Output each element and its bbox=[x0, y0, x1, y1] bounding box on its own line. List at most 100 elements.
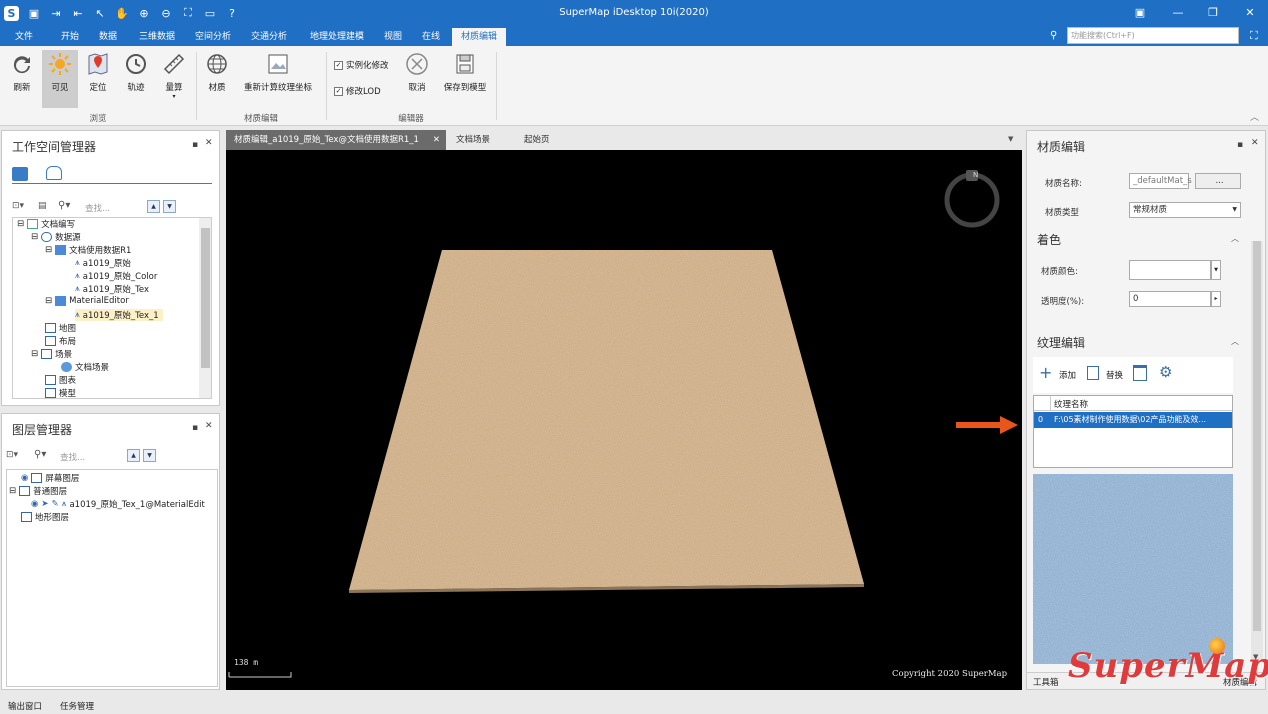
material-type-select[interactable]: 常规材质 ▼ bbox=[1129, 202, 1241, 218]
minimize-button[interactable]: — bbox=[1168, 4, 1188, 22]
tab-traffic-analysis[interactable]: 交通分析 bbox=[244, 28, 294, 46]
tree-node-scenes[interactable]: ⊟ 场景 bbox=[31, 348, 72, 360]
tree-node-workspace[interactable]: ⊟ 文档编写 bbox=[17, 218, 75, 230]
instance-modify-checkbox[interactable]: ✓ 实例化修改 bbox=[334, 59, 389, 71]
doc-tab-start-page[interactable]: 起始页 bbox=[516, 130, 558, 150]
move-down-button[interactable]: ▼ bbox=[143, 449, 156, 462]
workspace-tree-tab-icon[interactable] bbox=[12, 167, 28, 181]
tree-node-dataset[interactable]: ⩚ a1019_原始 bbox=[75, 257, 131, 269]
browse-button[interactable]: ... bbox=[1195, 173, 1241, 189]
fullscreen-icon[interactable]: ⛶ bbox=[1250, 29, 1258, 43]
model-dataset-icon: ⩚ bbox=[61, 499, 67, 509]
material-color-picker[interactable] bbox=[1129, 260, 1211, 280]
layer-node-terrain[interactable]: 地形图层 bbox=[21, 511, 69, 523]
tree-node-material-editor[interactable]: ⊟ MaterialEditor bbox=[45, 296, 129, 306]
tab-spatial-analysis[interactable]: 空间分析 bbox=[188, 28, 238, 46]
close-button[interactable]: ✕ bbox=[1240, 4, 1260, 22]
material-name-field[interactable]: _defaultMat_s bbox=[1129, 173, 1192, 189]
add-layer-icon[interactable]: ⊡▾ bbox=[6, 450, 18, 460]
tree-node-layouts[interactable]: 布局 bbox=[45, 335, 76, 347]
cancel-label: 取消 bbox=[408, 83, 426, 93]
tab-list-dropdown-icon[interactable]: ▼ bbox=[1008, 135, 1013, 143]
status-bar: 输出窗口 任务管理 bbox=[0, 696, 1268, 714]
tree-node-dataset[interactable]: ⩚ a1019_原始_Tex bbox=[75, 283, 149, 295]
open-workspace-icon[interactable]: ⊡▾ bbox=[12, 201, 24, 211]
new-doc-icon[interactable]: ▤ bbox=[38, 201, 47, 211]
move-up-button[interactable]: ▲ bbox=[127, 449, 140, 462]
recalc-texture-coords-button[interactable]: 重新计算纹理坐标 bbox=[238, 50, 318, 108]
collapse-section-icon[interactable]: ︿ bbox=[1231, 233, 1239, 244]
tab-data[interactable]: 数据 bbox=[90, 28, 126, 46]
layer-node-screen[interactable]: ◉ 屏幕图层 bbox=[21, 472, 79, 484]
workspace-search-input[interactable]: 查找... bbox=[85, 202, 110, 214]
pin-icon[interactable]: ▪ bbox=[192, 423, 198, 433]
material-button[interactable]: 材质 bbox=[200, 50, 234, 108]
tab-material-edit[interactable]: 材质编辑 bbox=[452, 28, 506, 46]
tree-node-scene[interactable]: 文档场景 bbox=[61, 361, 109, 373]
modify-lod-checkbox[interactable]: ✓ 修改LOD bbox=[334, 85, 381, 97]
material-type-value: 常规材质 bbox=[1133, 205, 1168, 215]
replace-icon[interactable] bbox=[1087, 366, 1099, 380]
close-icon[interactable]: ✕ bbox=[1251, 138, 1259, 148]
task-manager-tab[interactable]: 任务管理 bbox=[60, 700, 94, 712]
layer-node-normal[interactable]: ⊟ 普通图层 bbox=[9, 485, 67, 497]
tree-node-maps[interactable]: 地图 bbox=[45, 322, 76, 334]
doc-tab-scene[interactable]: 文档场景 bbox=[448, 130, 498, 150]
spin-icon[interactable]: ▸ bbox=[1211, 291, 1221, 307]
layer-search-input[interactable]: 查找... bbox=[60, 451, 85, 463]
color-dropdown-icon[interactable]: ▼ bbox=[1211, 260, 1221, 280]
tree-node-charts[interactable]: 图表 bbox=[45, 374, 76, 386]
app-title: SuperMap iDesktop 10i(2020) bbox=[559, 7, 709, 18]
close-icon[interactable]: ✕ bbox=[205, 138, 213, 148]
tab-3d-data[interactable]: 三维数据 bbox=[130, 28, 184, 46]
edit-pencil-icon: ✎ bbox=[51, 499, 59, 509]
track-button[interactable]: 轨迹 bbox=[118, 50, 154, 108]
tab-online[interactable]: 在线 bbox=[414, 28, 448, 46]
close-tab-icon[interactable]: ✕ bbox=[433, 130, 440, 150]
move-up-button[interactable]: ▲ bbox=[147, 200, 160, 213]
tab-start[interactable]: 开始 bbox=[52, 28, 88, 46]
toolbox-tab[interactable]: 工具箱 bbox=[1033, 676, 1059, 688]
layout-icon[interactable]: ▣ bbox=[1130, 4, 1150, 22]
texture-section-title: 纹理编辑 bbox=[1037, 336, 1086, 350]
doc-tab-material-edit[interactable]: 材质编辑_a1019_原始_Tex@文档使用数据R1_1 ✕ bbox=[226, 130, 446, 150]
texture-image-icon bbox=[268, 54, 288, 74]
tab-file[interactable]: 文件 bbox=[4, 28, 44, 46]
add-icon[interactable]: + bbox=[1039, 365, 1052, 381]
tree-node-models[interactable]: 模型 bbox=[45, 387, 76, 398]
cloud-tab-icon[interactable] bbox=[46, 166, 62, 180]
table-row[interactable]: 0 F:\05素材制作使用数据\02产品功能及效... bbox=[1034, 412, 1232, 428]
tab-geoprocessing[interactable]: 地理处理建模 bbox=[303, 28, 371, 46]
pin-icon[interactable]: ▪ bbox=[1237, 140, 1243, 150]
tree-node-datasources[interactable]: ⊟ 数据源 bbox=[31, 231, 81, 243]
gear-icon[interactable]: ⚙ bbox=[1159, 363, 1172, 381]
close-icon[interactable]: ✕ bbox=[205, 421, 213, 431]
measure-button[interactable]: 量算 ▾ bbox=[156, 50, 192, 108]
layer-node-model[interactable]: ◉ ➤ ✎ ⩚ a1019_原始_Tex_1@MaterialEdit bbox=[31, 498, 205, 510]
tree-node-datasource-r1[interactable]: ⊟ 文档使用数据R1 bbox=[45, 244, 131, 256]
cancel-button[interactable]: 取消 bbox=[400, 50, 434, 108]
function-search-input[interactable]: 功能搜索(Ctrl+F) bbox=[1067, 27, 1239, 44]
maximize-button[interactable]: ❐ bbox=[1203, 4, 1223, 22]
scene-viewport[interactable]: N 138 m Copyright 2020 SuperMap bbox=[226, 150, 1022, 690]
move-down-button[interactable]: ▼ bbox=[163, 200, 176, 213]
collapse-section-icon[interactable]: ︿ bbox=[1231, 336, 1239, 347]
locate-button[interactable]: 定位 bbox=[80, 50, 116, 108]
visible-button[interactable]: 可见 bbox=[42, 50, 78, 108]
opacity-input[interactable]: 0 bbox=[1129, 291, 1211, 307]
add-texture-button[interactable]: 添加 bbox=[1059, 369, 1076, 381]
panel-scrollbar[interactable] bbox=[1251, 241, 1263, 661]
tree-node-dataset-selected[interactable]: ⩚ a1019_原始_Tex_1 bbox=[75, 309, 163, 321]
group-material-edit-label: 材质编辑 bbox=[243, 114, 278, 124]
output-window-tab[interactable]: 输出窗口 bbox=[8, 700, 42, 712]
tree-node-dataset[interactable]: ⩚ a1019_原始_Color bbox=[75, 270, 157, 282]
tab-view[interactable]: 视图 bbox=[378, 28, 408, 46]
collapse-ribbon-icon[interactable]: ︿ bbox=[1250, 110, 1259, 123]
refresh-button[interactable]: 刷新 bbox=[4, 50, 40, 108]
delete-icon[interactable] bbox=[1133, 365, 1147, 381]
tree-scrollbar[interactable] bbox=[199, 218, 211, 398]
save-to-model-button[interactable]: 保存到模型 bbox=[438, 50, 492, 108]
replace-texture-button[interactable]: 替换 bbox=[1106, 369, 1123, 381]
pin-icon[interactable]: ▪ bbox=[192, 140, 198, 150]
compass-ring-icon[interactable] bbox=[944, 172, 1000, 228]
